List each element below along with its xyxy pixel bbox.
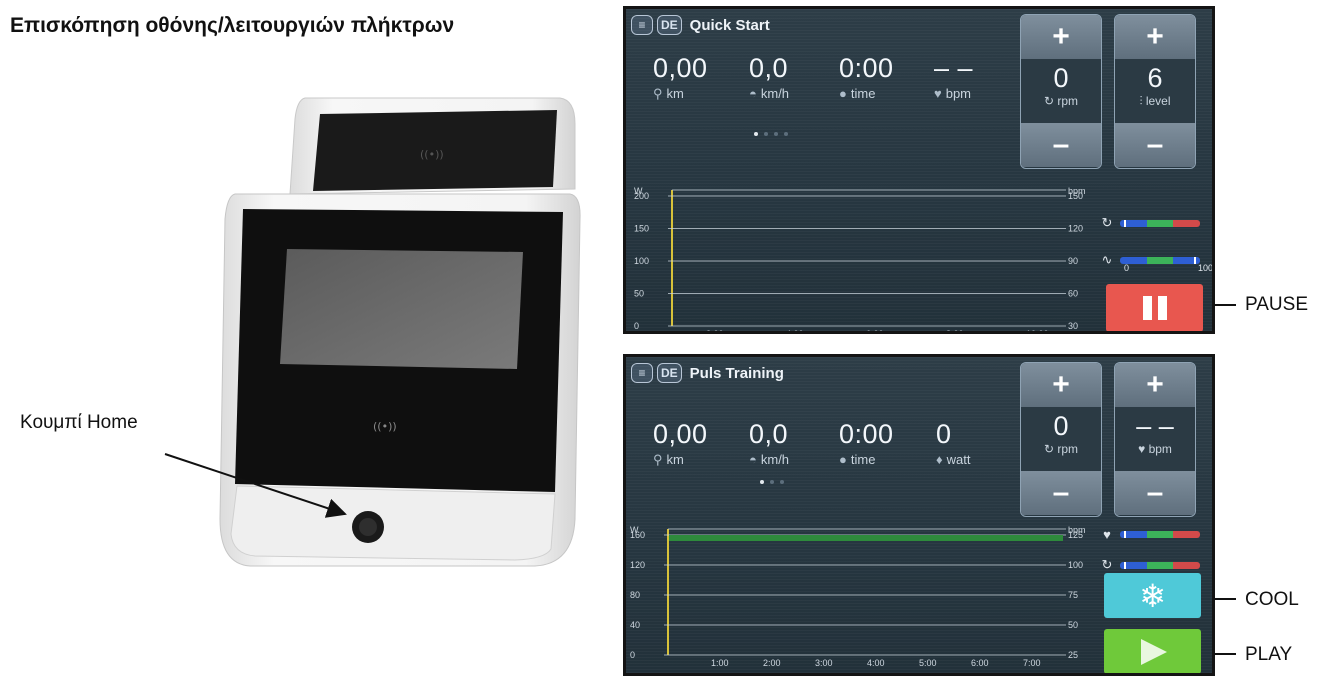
chart-puls-training: Wbpm0 2540 5080 75120 100160 1251:00 2:00 3:00 4… [630, 525, 1086, 668]
play-icon [1140, 638, 1167, 665]
chart-quick-start: Wbpm0 3050 60100 90150 120200 1502:00 4:00 6:00… [634, 186, 1086, 334]
pause-button[interactable] [1106, 284, 1203, 331]
y-tick-label: 120 [630, 560, 645, 570]
x-tick-label: 8:00 [946, 329, 964, 334]
heart-range-slider[interactable]: ♥ [1100, 527, 1200, 542]
x-tick-label: 6:00 [866, 329, 884, 334]
heart-icon: ♥ [1103, 527, 1111, 542]
watt-range-slider[interactable]: ∿ [1100, 252, 1200, 268]
y-tick-label: 40 [630, 620, 640, 630]
y-tick-label: 150 [634, 224, 649, 234]
wave-icon: ∿ [1101, 252, 1113, 267]
y2-tick-label: 50 [1068, 620, 1078, 630]
x-tick-label: 5:00 [919, 658, 937, 668]
y2-tick-label: 60 [1068, 289, 1078, 299]
screen-puls-training: ≡ DE Puls Training 0,00 ⚲ km 0,0 ◓ km/h 0:… [623, 354, 1215, 676]
range-min: 0 [1124, 263, 1130, 273]
x-tick-label: 10:00 [1026, 329, 1049, 334]
y-tick-label: 160 [630, 530, 645, 540]
y2-tick-label: 30 [1068, 321, 1078, 331]
x-tick-label: 4:00 [867, 658, 885, 668]
y2-tick-label: 120 [1068, 224, 1083, 234]
rpm-range-slider[interactable]: ↻ [1100, 215, 1200, 231]
pause-label: PAUSE [1245, 294, 1309, 315]
y-tick-label: 0 [630, 650, 635, 660]
bpm-control: + – – ♥ bpm – [1114, 362, 1196, 517]
x-tick-label: 7:00 [1023, 658, 1041, 668]
y-tick-label: 80 [630, 590, 640, 600]
cool-button[interactable]: ❄ [1104, 573, 1201, 618]
y2-tick-label: 125 [1068, 530, 1083, 540]
x-tick-label: 3:00 [815, 658, 833, 668]
snowflake-icon: ❄ [1139, 576, 1166, 615]
level-plus-button[interactable]: + [1115, 15, 1195, 59]
play-label: PLAY [1245, 644, 1293, 665]
y-tick-label: 0 [634, 321, 639, 331]
y2-tick-label: 90 [1068, 256, 1078, 266]
y-tick-label: 100 [634, 256, 649, 266]
level-icon: ⫶ [1139, 94, 1143, 108]
cadence-icon: ↻ [1101, 557, 1113, 572]
level-value: 6 [1147, 63, 1163, 93]
y2-tick-label: 75 [1068, 590, 1078, 600]
level-control: + 6 ⫶ level – [1114, 14, 1196, 169]
y-tick-label: 50 [634, 289, 644, 299]
x-tick-label: 4:00 [786, 329, 804, 334]
bpm-plus-button[interactable]: + [1115, 363, 1195, 407]
level-minus-button[interactable]: – [1115, 123, 1195, 167]
y2-tick-label: 100 [1068, 560, 1083, 570]
x-tick-label: 6:00 [971, 658, 989, 668]
screen-quick-start: ≡ DE Quick Start 0,00 ⚲ km 0,0 ◓ km/h 0:00… [623, 6, 1215, 334]
range-max: 100 [1198, 263, 1214, 273]
y-tick-label: 200 [634, 191, 649, 201]
x-tick-label: 2:00 [706, 329, 724, 334]
home-arrow [164, 453, 347, 518]
bpm-minus-button[interactable]: – [1115, 471, 1195, 515]
rpm-range-slider[interactable]: ↻ [1100, 557, 1200, 573]
x-tick-label: 2:00 [763, 658, 781, 668]
pause-icon [1142, 296, 1167, 320]
target-zone-band [669, 535, 1063, 541]
heart-icon: ♥ [1138, 442, 1146, 456]
x-tick-label: 1:00 [711, 658, 729, 668]
play-button[interactable] [1104, 629, 1201, 673]
cadence-icon: ↻ [1101, 215, 1113, 230]
y2-tick-label: 150 [1068, 191, 1083, 201]
bpm-value: – – [1136, 411, 1174, 441]
cool-label: COOL [1245, 589, 1299, 610]
y2-tick-label: 25 [1068, 650, 1078, 660]
